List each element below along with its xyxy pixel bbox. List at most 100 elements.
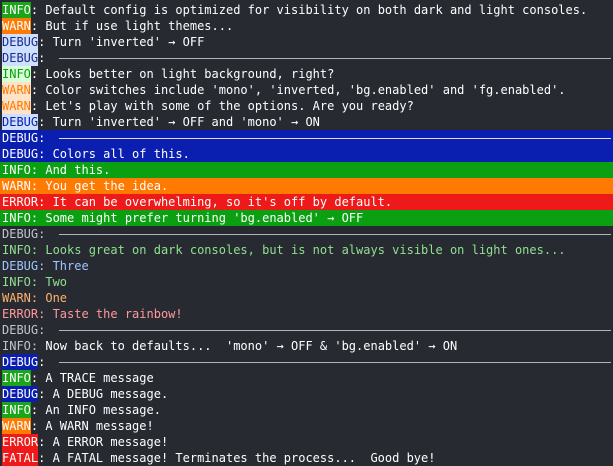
separator-rule xyxy=(58,361,611,363)
log-message: And this. xyxy=(45,163,111,177)
separator-rule xyxy=(58,233,611,235)
log-separator: : xyxy=(30,67,46,81)
log-level-debug: DEBUG xyxy=(2,131,39,145)
log-message: A FATAL message! Terminates the process.… xyxy=(52,451,436,465)
log-level-error: ERROR xyxy=(2,195,39,209)
log-line: WARN: Color switches include 'mono', 'in… xyxy=(0,82,613,98)
log-separator: : xyxy=(30,371,46,385)
log-separator: : xyxy=(30,403,46,417)
log-separator: : xyxy=(38,259,53,273)
log-message: Turn 'inverted' → OFF and 'mono' → ON xyxy=(52,115,320,129)
log-separator: : xyxy=(38,131,53,145)
log-line: DEBUG: xyxy=(0,322,613,338)
log-separator: : xyxy=(38,147,53,161)
log-separator: : xyxy=(30,99,46,113)
log-level-debug: DEBUG xyxy=(2,259,39,273)
log-separator: : xyxy=(38,227,53,241)
log-separator: : xyxy=(38,195,53,209)
log-level-debug: DEBUG xyxy=(2,323,39,337)
log-line: WARN: You get the idea. xyxy=(0,178,613,194)
log-separator: : xyxy=(30,179,46,193)
log-separator: : xyxy=(30,339,46,353)
log-level-warn: WARN xyxy=(2,418,31,434)
log-level-warn: WARN xyxy=(2,82,31,98)
log-line: DEBUG: xyxy=(0,50,613,66)
log-level-info: INFO xyxy=(2,339,31,353)
log-line: ERROR: A ERROR message! xyxy=(0,434,613,450)
log-separator: : xyxy=(30,3,46,17)
log-line: INFO: Some might prefer turning 'bg.enab… xyxy=(0,210,613,226)
log-line: WARN: But if use light themes... xyxy=(0,18,613,34)
log-line: INFO: Now back to defaults... 'mono' → O… xyxy=(0,338,613,354)
log-level-debug: DEBUG xyxy=(2,147,39,161)
log-message: A WARN message! xyxy=(45,419,154,433)
log-separator: : xyxy=(30,291,46,305)
log-level-debug: DEBUG xyxy=(2,386,39,402)
log-line: DEBUG: xyxy=(0,354,613,370)
log-line: INFO: Looks better on light background, … xyxy=(0,66,613,82)
log-message: A ERROR message! xyxy=(52,435,169,449)
log-level-debug: DEBUG xyxy=(2,227,39,241)
separator-rule xyxy=(58,329,611,331)
log-separator: : xyxy=(38,51,53,65)
log-level-info: INFO xyxy=(2,243,31,257)
log-message: Now back to defaults... 'mono' → OFF & '… xyxy=(45,339,458,353)
log-line: INFO: Two xyxy=(0,274,613,290)
log-separator: : xyxy=(38,115,53,129)
log-separator: : xyxy=(38,435,53,449)
log-separator: : xyxy=(30,163,46,177)
log-message: Looks better on light background, right? xyxy=(45,67,335,81)
log-level-debug: DEBUG xyxy=(2,354,39,370)
log-separator: : xyxy=(30,211,46,225)
log-separator: : xyxy=(30,83,46,97)
log-message: Default config is optimized for visibili… xyxy=(45,3,588,17)
log-separator: : xyxy=(38,355,53,369)
log-line: DEBUG: Turn 'inverted' → OFF xyxy=(0,34,613,50)
log-message: Colors all of this. xyxy=(52,147,190,161)
log-level-info: INFO xyxy=(2,2,31,18)
log-level-info: INFO xyxy=(2,211,31,225)
log-level-error: ERROR xyxy=(2,434,39,450)
log-level-info: INFO xyxy=(2,370,31,386)
log-separator: : xyxy=(30,275,46,289)
log-line: DEBUG: xyxy=(0,226,613,242)
log-line: INFO: And this. xyxy=(0,162,613,178)
separator-rule xyxy=(58,137,611,139)
log-message: Let's play with some of the options. Are… xyxy=(45,99,414,113)
log-message: Looks great on dark consoles, but is not… xyxy=(45,243,566,257)
log-line: WARN: Let's play with some of the option… xyxy=(0,98,613,114)
log-separator: : xyxy=(38,387,53,401)
log-message: Color switches include 'mono', 'inverted… xyxy=(45,83,566,97)
log-message: Three xyxy=(52,259,89,273)
log-line: WARN: One xyxy=(0,290,613,306)
log-line: DEBUG: xyxy=(0,130,613,146)
log-message: An INFO message. xyxy=(45,403,161,417)
log-message: Some might prefer turning 'bg.enabled' →… xyxy=(45,211,364,225)
log-line: INFO: An INFO message. xyxy=(0,402,613,418)
log-level-fatal: FATAL xyxy=(2,450,39,466)
log-line: WARN: A WARN message! xyxy=(0,418,613,434)
log-level-debug: DEBUG xyxy=(2,50,39,66)
log-separator: : xyxy=(30,419,46,433)
log-line: INFO: Looks great on dark consoles, but … xyxy=(0,242,613,258)
log-level-error: ERROR xyxy=(2,307,39,321)
log-message: But if use light themes... xyxy=(45,19,234,33)
log-level-info: INFO xyxy=(2,275,31,289)
terminal-output: INFO: Default config is optimized for vi… xyxy=(0,0,613,466)
log-separator: : xyxy=(38,451,53,465)
log-separator: : xyxy=(38,35,53,49)
log-level-warn: WARN xyxy=(2,98,31,114)
log-separator: : xyxy=(38,323,53,337)
log-level-debug: DEBUG xyxy=(2,114,39,130)
log-line: FATAL: A FATAL message! Terminates the p… xyxy=(0,450,613,466)
log-line: DEBUG: Three xyxy=(0,258,613,274)
log-line: ERROR: Taste the rainbow! xyxy=(0,306,613,322)
log-level-info: INFO xyxy=(2,402,31,418)
log-message: You get the idea. xyxy=(45,179,169,193)
log-message: Taste the rainbow! xyxy=(52,307,183,321)
log-message: A TRACE message xyxy=(45,371,154,385)
log-message: Two xyxy=(45,275,68,289)
log-level-warn: WARN xyxy=(2,179,31,193)
log-separator: : xyxy=(38,307,53,321)
log-message: It can be overwhelming, so it's off by d… xyxy=(52,195,393,209)
